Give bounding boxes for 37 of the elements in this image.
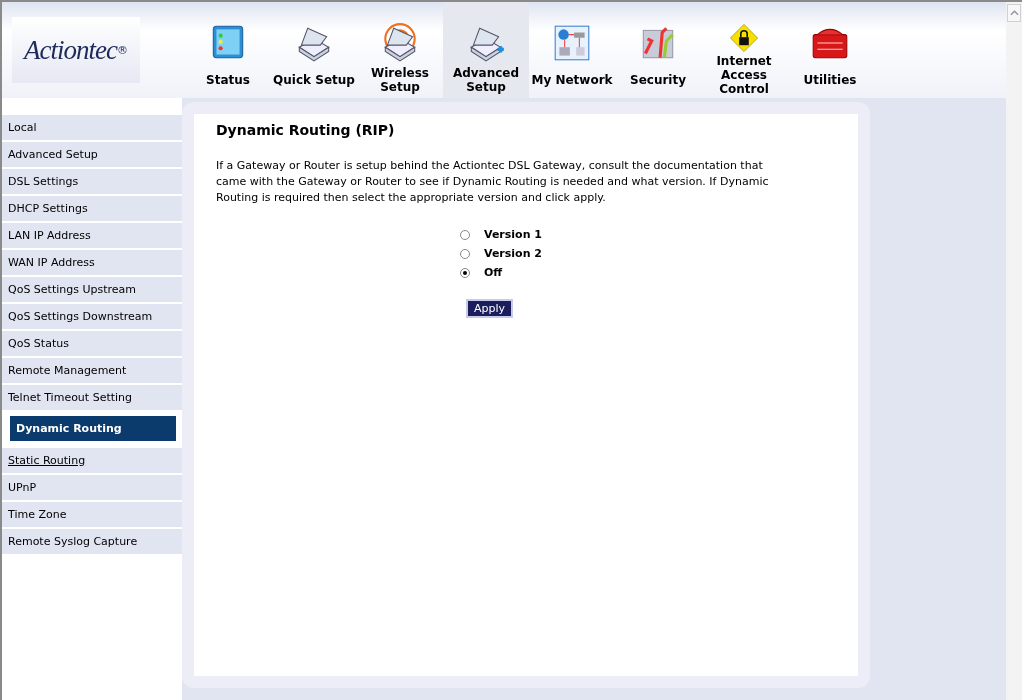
nav-tab[interactable]: Status	[185, 2, 271, 98]
nav-tab[interactable]: Security	[615, 2, 701, 98]
sidebar-item[interactable]: Remote Syslog Capture	[2, 529, 182, 554]
radio-button[interactable]	[460, 267, 470, 278]
caret-icon	[1009, 10, 1019, 16]
sidebar-item[interactable]: DSL Settings	[2, 169, 182, 194]
sidebar-item[interactable]: QoS Status	[2, 331, 182, 356]
sidebar-item[interactable]: Remote Management	[2, 358, 182, 383]
nav-tab[interactable]: Wireless Setup	[357, 2, 443, 98]
option-label: Version 2	[484, 247, 542, 260]
apply-button[interactable]: Apply	[466, 299, 514, 318]
scrollbar[interactable]	[1006, 2, 1022, 700]
nav-tab[interactable]: Advanced Setup	[443, 2, 529, 98]
sidebar-item[interactable]: Static Routing	[2, 448, 182, 473]
sidebar-item[interactable]: Local	[2, 115, 182, 140]
scroll-up-button[interactable]	[1007, 4, 1021, 22]
description-text: If a Gateway or Router is setup behind the Actiontec DSL Gateway, consult the documentation that came with the Gateway or Router to see if Dynamic Routing is needed and what version. If Dynamic Routing is required then select the appropriate version and click apply.	[216, 158, 770, 206]
sidebar-item[interactable]: QoS Settings Downstream	[2, 304, 182, 329]
nav-tab[interactable]: Internet Access Control	[701, 2, 787, 98]
nav-tab[interactable]: Quick Setup	[271, 2, 357, 98]
sidebar-item[interactable]: Advanced Setup	[2, 142, 182, 167]
sidebar-item[interactable]: UPnP	[2, 475, 182, 500]
sidebar-item[interactable]: QoS Settings Upstream	[2, 277, 182, 302]
sidebar-item[interactable]: DHCP Settings	[2, 196, 182, 221]
option-label: Version 1	[484, 228, 542, 241]
sidebar-item[interactable]: Telnet Timeout Setting	[2, 385, 182, 410]
option-label: Off	[484, 266, 503, 279]
sidebar-item[interactable]: Time Zone	[2, 502, 182, 527]
radio-button[interactable]	[460, 248, 470, 259]
radio-button[interactable]	[460, 229, 470, 240]
actiontec-logo: Actiontec$^{®}$	[12, 17, 140, 83]
nav-tab[interactable]: My Network	[529, 2, 615, 98]
sidebar-item[interactable]: LAN IP Address	[2, 223, 182, 248]
nav-tab[interactable]: Utilities	[787, 2, 873, 98]
page-title: Dynamic Routing (RIP)	[216, 122, 396, 138]
sidebar-item[interactable]: WAN IP Address	[2, 250, 182, 275]
sidebar-item[interactable]: Dynamic Routing	[10, 416, 176, 441]
